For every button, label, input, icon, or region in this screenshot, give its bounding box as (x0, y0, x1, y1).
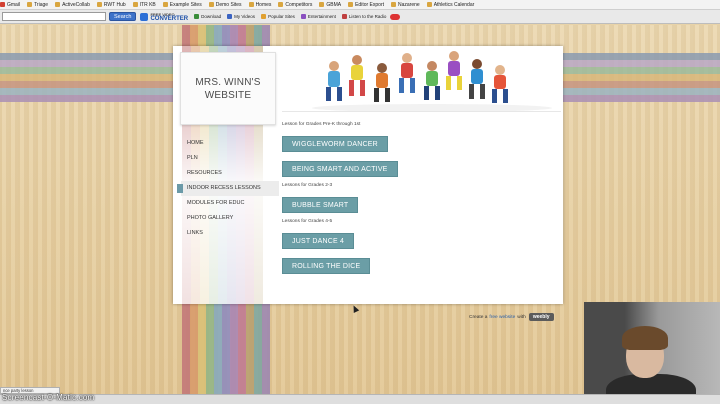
bookmark-folder[interactable]: GBMA (319, 2, 341, 8)
toolbar-search-input[interactable] (2, 12, 106, 21)
nav-photo-gallery[interactable]: PHOTO GALLERY (181, 211, 279, 226)
just-dance-4-button[interactable]: JUST DANCE 4 (282, 233, 355, 249)
folder-icon (55, 2, 61, 7)
folder-icon (348, 2, 354, 7)
lessons-content: Lesson for Grades Pre-K through 1st WIGG… (282, 122, 552, 280)
brand-big: CONVERTER (150, 15, 189, 22)
toolbar-search-button[interactable]: Search (109, 12, 137, 21)
wiggleworm-dancer-button[interactable]: WIGGLEWORM DANCER (282, 136, 388, 152)
download-icon (194, 14, 200, 19)
toolbar-popular-sites[interactable]: Popular Sites (261, 14, 295, 19)
bookmark-folder[interactable]: Homes (248, 2, 271, 8)
bookmark-folder[interactable]: Nazarene (391, 2, 420, 8)
bookmarks-bar: Gmail Triage ActiveCollab RWT Hub ITR KB… (0, 0, 720, 10)
weebly-badge[interactable]: weebly (528, 313, 554, 321)
toolbar-my-videos[interactable]: My Videos (227, 14, 255, 19)
header-banner-image (282, 48, 561, 112)
bookmark-folder[interactable]: Athletics Calendar (426, 2, 474, 8)
bookmark-folder[interactable]: Competitors (278, 2, 312, 8)
section-label-prek-1st: Lesson for Grades Pre-K through 1st (282, 122, 361, 127)
being-smart-and-active-button[interactable]: BEING SMART AND ACTIVE (282, 161, 398, 177)
folder-icon (132, 2, 138, 7)
folder-icon (319, 2, 325, 7)
free-website-link[interactable]: free website (489, 315, 515, 320)
footer-prefix: Create a (469, 314, 488, 320)
toolbar-entertainment[interactable]: Entertainment (300, 14, 336, 19)
bookmark-folder[interactable]: Editor Export (348, 2, 384, 8)
folder-icon (208, 2, 214, 7)
folder-icon (426, 2, 432, 7)
bookmark-folder[interactable]: RWT Hub (96, 2, 126, 8)
folder-icon (27, 2, 33, 7)
film-icon (300, 14, 306, 19)
brand-text: FREE VIDEO CONVERTER (150, 12, 189, 22)
button-row: BUBBLE SMART (282, 194, 552, 219)
button-row: BEING SMART AND ACTIVE (282, 158, 552, 183)
bookmark-folder[interactable]: Triage (27, 2, 48, 8)
nav-modules-for-educ[interactable]: MODULES FOR EDUC (181, 196, 279, 211)
nav-indoor-recess-lessons[interactable]: INDOOR RECESS LESSONS (177, 181, 279, 196)
gmail-icon (0, 2, 5, 7)
taskbar (0, 394, 720, 404)
toolbar-radio[interactable]: Listen to the Radio (341, 14, 386, 19)
bookmark-gmail[interactable]: Gmail (0, 2, 20, 8)
website-card: MRS. WINN'S WEBSITE HOME PLN RESOURCES I… (173, 46, 563, 304)
toolbar-download[interactable]: Download (194, 14, 221, 19)
button-row: ROLLING THE DICE (282, 255, 552, 280)
video-icon (227, 14, 233, 19)
folder-icon (278, 2, 284, 7)
ad-icon[interactable] (390, 13, 401, 20)
rolling-the-dice-button[interactable]: ROLLING THE DICE (282, 258, 371, 274)
bookmark-folder[interactable]: Example Sites (162, 2, 202, 8)
webcam-overlay (584, 302, 720, 404)
bookmark-folder[interactable]: ITR KB (132, 2, 156, 8)
recording-watermark: Screencast-O-Matic.com (2, 393, 95, 402)
nav-links[interactable]: LINKS (181, 226, 279, 241)
jumping-kids-illustration (282, 48, 561, 111)
bubble-smart-button[interactable]: BUBBLE SMART (282, 197, 359, 213)
footer-suffix: with (517, 314, 526, 320)
bookmark-folder[interactable]: ActiveCollab (55, 2, 90, 8)
nav-pln[interactable]: PLN (181, 151, 279, 166)
folder-icon (162, 2, 168, 7)
button-row: JUST DANCE 4 (282, 230, 552, 255)
section-label-grades-4-5: Lessons for Grades 4-5 (282, 219, 333, 224)
folder-icon (391, 2, 396, 7)
bookmark-folder[interactable]: Demo Sites (208, 2, 242, 8)
folder-icon (96, 2, 102, 7)
search-toolbar: Search FREE VIDEO CONVERTER Download My V… (0, 10, 720, 24)
site-nav: HOME PLN RESOURCES INDOOR RECESS LESSONS… (177, 136, 279, 241)
video-converter-brand[interactable]: FREE VIDEO CONVERTER (140, 12, 189, 22)
button-row: WIGGLEWORM DANCER (282, 133, 552, 158)
section-label-grades-2-3: Lessons for Grades 2-3 (282, 183, 333, 188)
nav-resources[interactable]: RESOURCES (181, 166, 279, 181)
site-title-box[interactable]: MRS. WINN'S WEBSITE (180, 52, 276, 125)
folder-icon (248, 2, 254, 7)
converter-logo-icon (140, 12, 149, 21)
site-footer: Create a free website with weebly (469, 313, 554, 321)
nav-home[interactable]: HOME (181, 136, 279, 151)
star-icon (261, 14, 267, 19)
presenter-hair (622, 326, 668, 350)
site-title: MRS. WINN'S WEBSITE (195, 76, 261, 101)
radio-icon (341, 14, 347, 19)
